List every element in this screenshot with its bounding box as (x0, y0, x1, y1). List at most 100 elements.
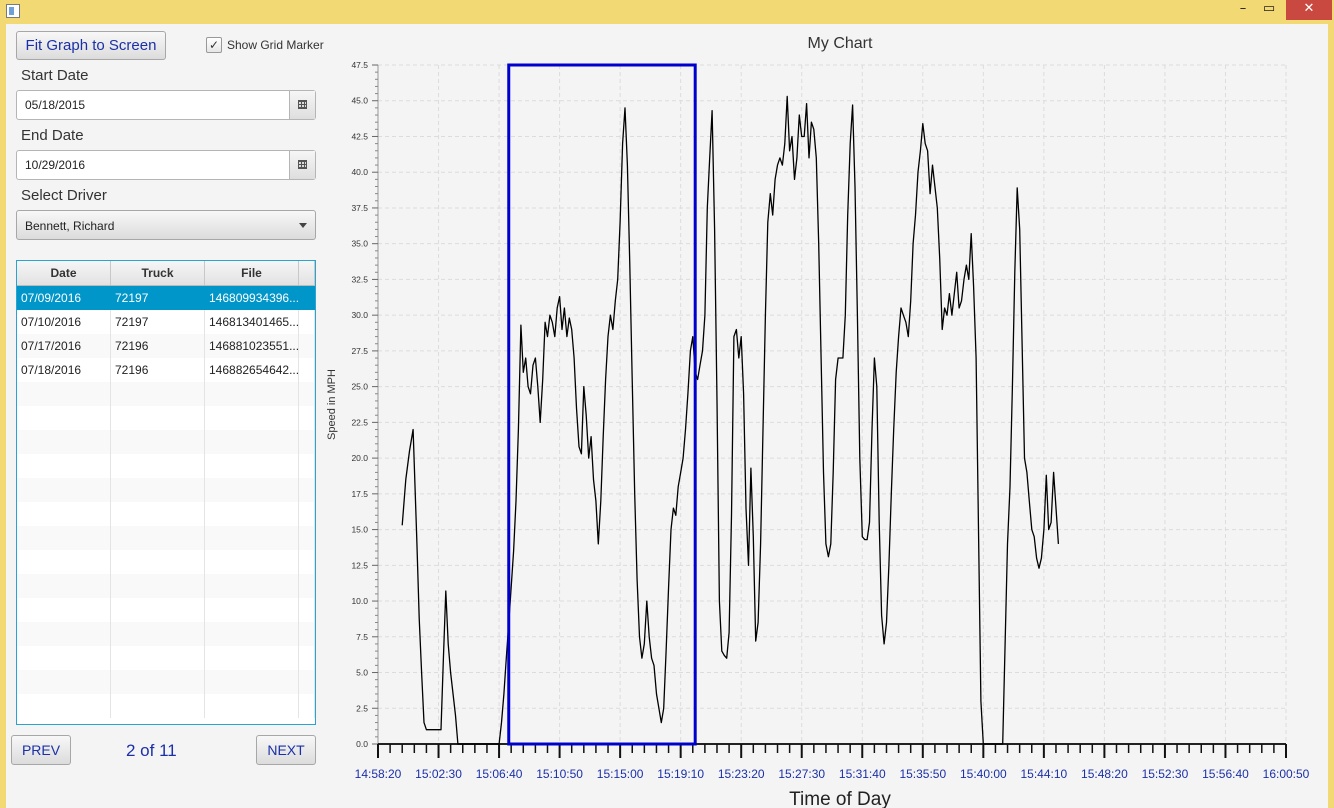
empty-cell (111, 406, 205, 430)
empty-cell (111, 382, 205, 406)
empty-cell (111, 454, 205, 478)
cell-truck: 72197 (111, 310, 205, 334)
empty-cell (111, 550, 205, 574)
y-tick-label: 47.5 (351, 60, 368, 70)
cell-truck: 72196 (111, 334, 205, 358)
end-date-label: End Date (21, 127, 84, 144)
close-icon[interactable]: ✕ (1286, 0, 1332, 20)
y-tick-label: 35.0 (351, 239, 368, 249)
calendar-icon[interactable] (289, 91, 315, 119)
y-tick-label: 25.0 (351, 382, 368, 392)
fit-graph-button[interactable]: Fit Graph to Screen (16, 31, 166, 60)
empty-cell (205, 694, 299, 718)
empty-cell (299, 430, 315, 454)
chevron-down-icon[interactable] (299, 223, 307, 228)
table-row[interactable]: 07/10/2016 72197 146813401465... (17, 310, 315, 334)
empty-cell (111, 526, 205, 550)
empty-cell (205, 382, 299, 406)
empty-table-row (17, 574, 315, 598)
empty-cell (17, 694, 111, 718)
empty-cell (205, 406, 299, 430)
cell-filler (299, 358, 315, 382)
empty-cell (111, 670, 205, 694)
title-bar: – ▭ ✕ (0, 0, 1334, 24)
cell-filler (299, 286, 315, 310)
empty-cell (205, 622, 299, 646)
empty-cell (111, 598, 205, 622)
empty-cell (111, 502, 205, 526)
cell-date: 07/18/2016 (17, 358, 111, 382)
speed-chart: 0.0 2.5 5.0 7.5 10.0 12.5 15.0 17.5 20.0 22.5 25.0… (316, 24, 1328, 808)
empty-cell (17, 598, 111, 622)
table-row[interactable]: 07/18/2016 72196 146882654642... (17, 358, 315, 382)
empty-cell (111, 430, 205, 454)
y-tick-label: 42.5 (351, 131, 368, 141)
trips-table: Date Truck File 07/09/2016 72197 1468099… (16, 260, 316, 725)
empty-cell (205, 454, 299, 478)
show-grid-label: Show Grid Marker (227, 38, 324, 52)
column-header-truck[interactable]: Truck (111, 261, 205, 285)
end-date-input[interactable]: 10/29/2016 (25, 158, 85, 172)
empty-cell (299, 646, 315, 670)
empty-cell (111, 478, 205, 502)
empty-cell (299, 454, 315, 478)
calendar-icon[interactable] (289, 151, 315, 179)
minimize-icon[interactable]: – (1230, 0, 1256, 20)
empty-cell (17, 646, 111, 670)
start-date-input[interactable]: 05/18/2015 (25, 98, 85, 112)
x-tick-label: 15:10:50 (536, 767, 583, 781)
empty-table-row (17, 670, 315, 694)
driver-dropdown-value: Bennett, Richard (25, 219, 115, 233)
y-tick-label: 2.5 (356, 703, 368, 713)
empty-table-row (17, 454, 315, 478)
empty-cell (205, 526, 299, 550)
column-header-filler (299, 261, 315, 285)
empty-cell (111, 622, 205, 646)
cell-truck: 72197 (111, 286, 205, 310)
y-tick-label: 20.0 (351, 453, 368, 463)
y-tick-label: 30.0 (351, 310, 368, 320)
empty-cell (299, 478, 315, 502)
empty-cell (299, 694, 315, 718)
x-tick-label: 14:58:20 (355, 767, 402, 781)
start-date-label: Start Date (21, 67, 89, 84)
maximize-icon[interactable]: ▭ (1256, 0, 1282, 20)
column-header-date[interactable]: Date (17, 261, 111, 285)
y-tick-label: 17.5 (351, 489, 368, 499)
empty-table-row (17, 550, 315, 574)
cell-file: 146813401465... (205, 310, 299, 334)
cell-date: 07/17/2016 (17, 334, 111, 358)
empty-cell (299, 550, 315, 574)
empty-cell (205, 550, 299, 574)
table-row[interactable]: 07/09/2016 72197 146809934396... (17, 286, 315, 310)
plot-area (378, 65, 1286, 744)
app-icon (6, 4, 20, 18)
column-header-file[interactable]: File (205, 261, 299, 285)
empty-cell (17, 382, 111, 406)
cell-filler (299, 334, 315, 358)
x-tick-label: 15:19:10 (657, 767, 704, 781)
end-date-picker[interactable]: 10/29/2016 (16, 150, 316, 180)
y-tick-label: 7.5 (356, 632, 368, 642)
empty-cell (205, 670, 299, 694)
start-date-picker[interactable]: 05/18/2015 (16, 90, 316, 120)
empty-cell (205, 598, 299, 622)
empty-cell (111, 694, 205, 718)
page-indicator: 2 of 11 (126, 741, 177, 760)
empty-cell (299, 670, 315, 694)
table-row[interactable]: 07/17/2016 72196 146881023551... (17, 334, 315, 358)
prev-button[interactable]: PREV (11, 735, 71, 765)
next-button[interactable]: NEXT (256, 735, 316, 765)
chart-title: My Chart (808, 35, 873, 52)
y-tick-label: 10.0 (351, 596, 368, 606)
checkbox-check-icon[interactable]: ✓ (206, 37, 222, 53)
empty-cell (17, 430, 111, 454)
select-driver-label: Select Driver (21, 187, 107, 204)
cell-truck: 72196 (111, 358, 205, 382)
x-tick-label: 15:15:00 (597, 767, 644, 781)
chart-svg[interactable]: 0.0 2.5 5.0 7.5 10.0 12.5 15.0 17.5 20.0 22.5 25.0… (316, 24, 1328, 808)
empty-cell (299, 502, 315, 526)
driver-dropdown[interactable]: Bennett, Richard (16, 210, 316, 240)
empty-cell (17, 406, 111, 430)
empty-table-row (17, 430, 315, 454)
